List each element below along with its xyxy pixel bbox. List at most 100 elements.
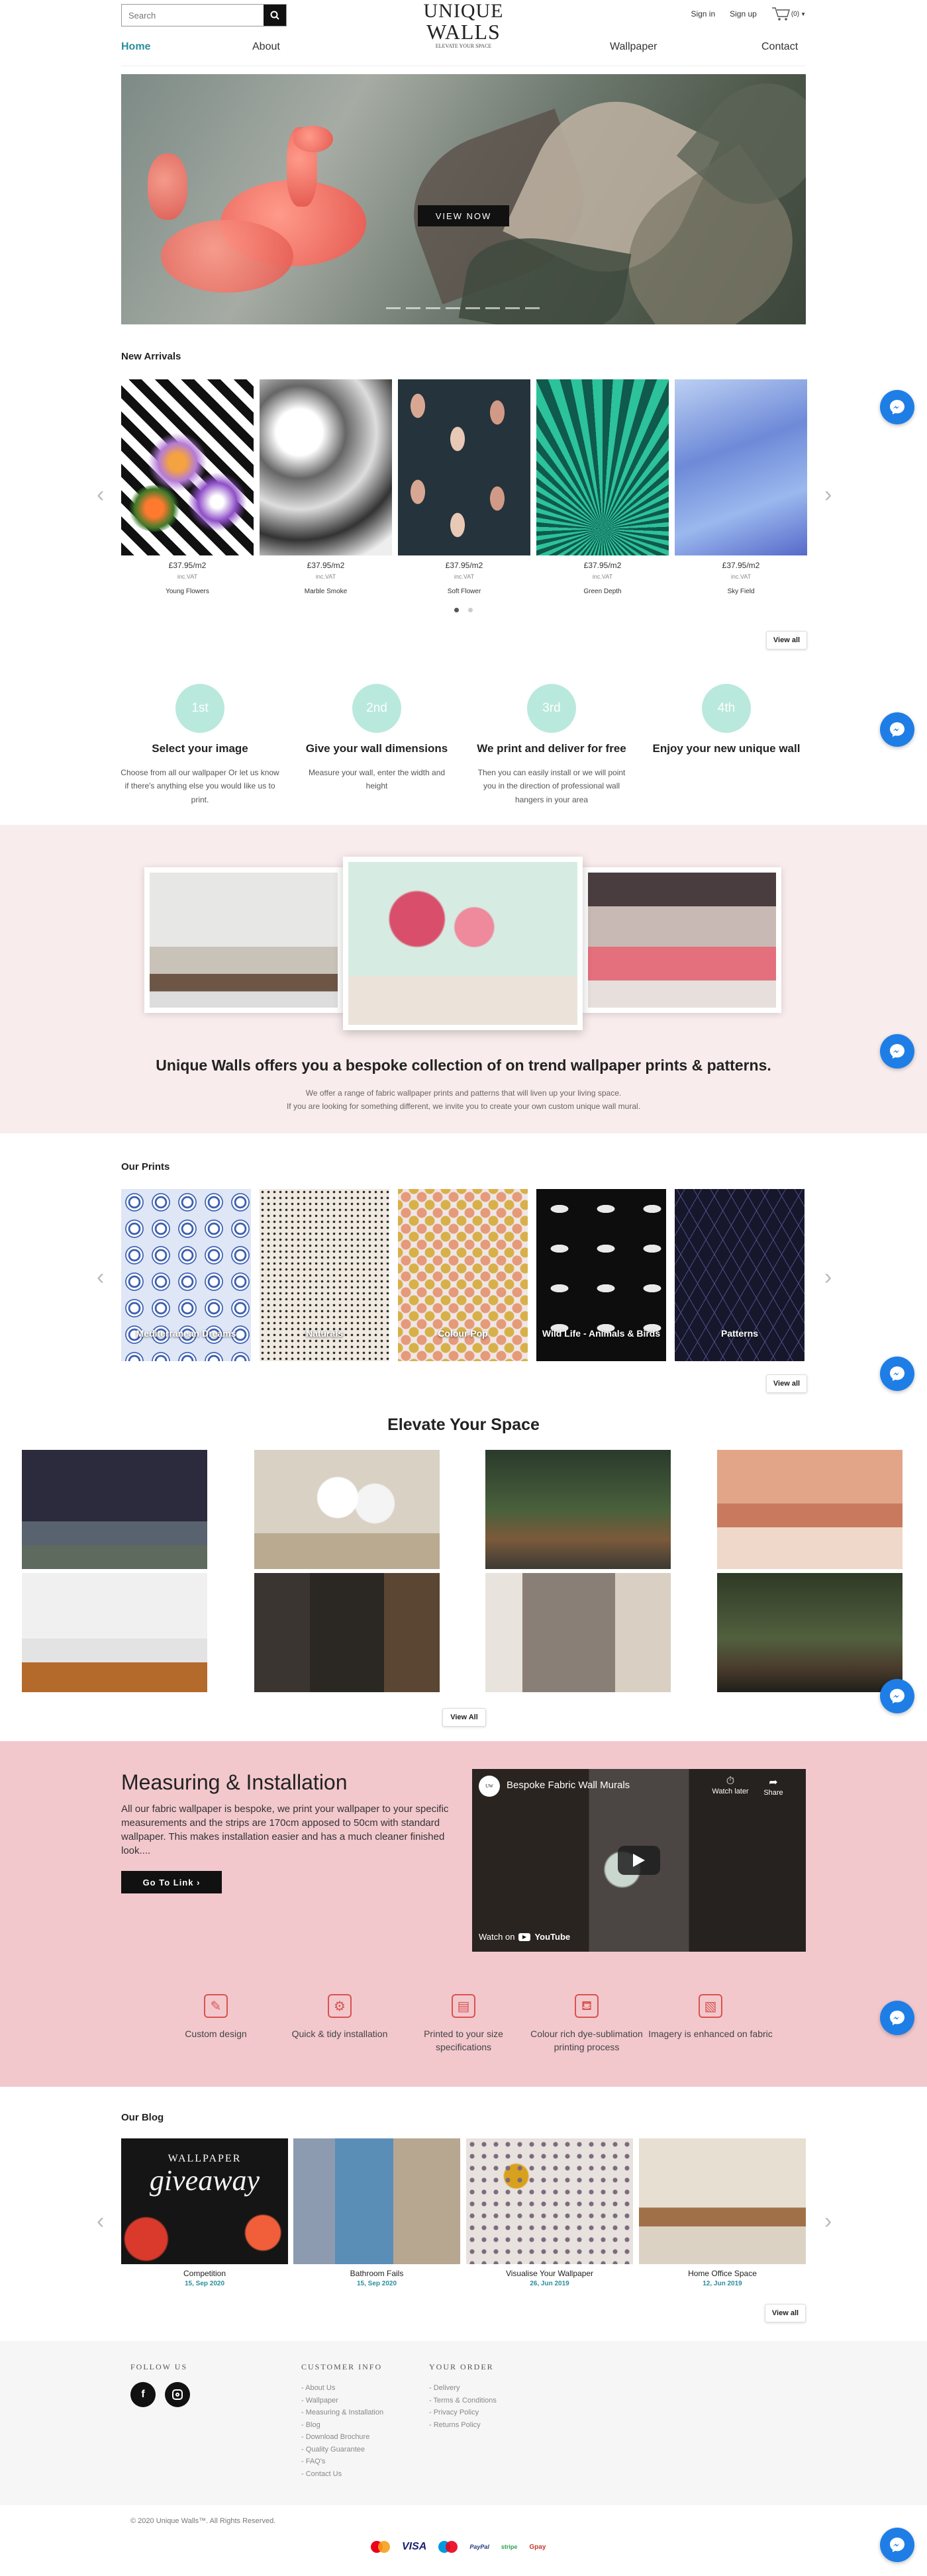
footer-link[interactable]: - Delivery — [429, 2382, 460, 2395]
slide-dot[interactable] — [505, 307, 520, 309]
cart-link[interactable]: (0) ▼ — [771, 7, 806, 21]
product-name[interactable]: Marble Smoke — [260, 588, 392, 595]
search-button[interactable] — [264, 5, 286, 26]
slide-dot[interactable] — [406, 307, 420, 309]
our-prints-view-all-button[interactable]: View all — [766, 1374, 807, 1393]
footer-follow-heading: FOLLOW US — [130, 2362, 188, 2371]
footer-link[interactable]: - Measuring & Installation — [301, 2407, 383, 2419]
messenger-chat-button[interactable] — [880, 712, 914, 747]
footer-link[interactable]: - Blog — [301, 2419, 320, 2432]
hero-banner[interactable]: VIEW NOW — [121, 74, 806, 324]
print-category-label[interactable]: Mediterranean Dreams — [121, 1328, 251, 1339]
product-image-soft-flower[interactable] — [398, 379, 530, 555]
video-channel-avatar[interactable]: UW — [479, 1776, 500, 1797]
new-arrivals-view-all-button[interactable]: View all — [766, 631, 807, 649]
nav-contact[interactable]: Contact — [761, 41, 798, 53]
product-name[interactable]: Sky Field — [675, 588, 807, 595]
arrow-left-icon[interactable]: ‹ — [97, 2209, 104, 2234]
nav-home[interactable]: Home — [121, 41, 150, 53]
print-category-label[interactable]: Patterns — [675, 1328, 805, 1339]
go-to-link-button[interactable]: Go To Link › — [121, 1871, 222, 1893]
slide-dot[interactable] — [426, 307, 440, 309]
messenger-chat-button[interactable] — [880, 390, 914, 424]
product-image-marble-smoke[interactable] — [260, 379, 392, 555]
product-name[interactable]: Green Depth — [536, 588, 669, 595]
share-button[interactable]: ➦ Share — [757, 1776, 790, 1797]
gallery-image-jungle-desk[interactable] — [485, 1450, 671, 1569]
footer-link[interactable]: - About Us — [301, 2382, 335, 2395]
messenger-icon — [890, 1044, 904, 1059]
messenger-chat-button[interactable] — [880, 2528, 914, 2562]
messenger-chat-button[interactable] — [880, 1679, 914, 1713]
product-image-young-flowers[interactable] — [121, 379, 254, 555]
messenger-chat-button[interactable] — [880, 1034, 914, 1069]
gallery-image-nursery[interactable] — [22, 1573, 207, 1692]
view-now-button[interactable]: VIEW NOW — [418, 205, 509, 226]
product-name[interactable]: Young Flowers — [121, 588, 254, 595]
footer-link[interactable]: - Download Brochure — [301, 2431, 369, 2444]
gallery-image-bedroom[interactable] — [717, 1450, 903, 1569]
video-title[interactable]: Bespoke Fabric Wall Murals — [507, 1780, 630, 1791]
nav-wallpaper[interactable]: Wallpaper — [610, 41, 657, 53]
blog-image-competition[interactable]: WALLPAPER giveaway — [121, 2138, 288, 2264]
blog-image-home-office[interactable] — [639, 2138, 806, 2264]
product-vat-note: inc.VAT — [177, 573, 198, 580]
blog-image-visualise[interactable] — [466, 2138, 633, 2264]
facebook-icon[interactable]: f — [130, 2382, 156, 2407]
slide-dot[interactable] — [485, 307, 500, 309]
bottom-bar: © 2020 Unique Walls™. All Rights Reserve… — [0, 2505, 927, 2576]
print-category-label[interactable]: Wild Life - Animals & Birds — [536, 1328, 666, 1339]
footer-customer-info-heading: CUSTOMER INFO — [301, 2362, 383, 2371]
footer-link[interactable]: - Wallpaper — [301, 2395, 338, 2407]
footer-link[interactable]: - Contact Us — [301, 2468, 342, 2481]
product-name[interactable]: Soft Flower — [398, 588, 530, 595]
watch-later-button[interactable]: ⏱ Watch later — [710, 1776, 750, 1795]
video-player[interactable]: UW Bespoke Fabric Wall Murals ⏱ Watch la… — [472, 1769, 806, 1952]
slide-dot[interactable] — [446, 307, 460, 309]
signin-link[interactable]: Sign in — [691, 9, 715, 19]
instagram-icon[interactable] — [165, 2382, 190, 2407]
blog-view-all-button[interactable]: View all — [765, 2304, 806, 2322]
watch-on-youtube[interactable]: Watch on YouTube — [479, 1932, 570, 1942]
stripe-icon: stripe — [501, 2544, 518, 2550]
gallery-image-office[interactable] — [717, 1573, 903, 1692]
footer-link[interactable]: - Returns Policy — [429, 2419, 481, 2432]
footer-link[interactable]: - FAQ's — [301, 2456, 325, 2468]
product-image-green-depth[interactable] — [536, 379, 669, 555]
blog-post-title[interactable]: Competition — [121, 2269, 288, 2278]
messenger-chat-button[interactable] — [880, 1357, 914, 1391]
arrow-right-icon[interactable]: › — [824, 482, 832, 508]
arrow-right-icon[interactable]: › — [824, 1264, 832, 1290]
arrow-left-icon[interactable]: ‹ — [97, 482, 104, 508]
feature-label: Imagery is enhanced on fabric — [648, 2028, 773, 2039]
arrow-right-icon[interactable]: › — [824, 2209, 832, 2234]
blog-image-bathroom-fails[interactable] — [293, 2138, 460, 2264]
footer-link[interactable]: - Privacy Policy — [429, 2407, 479, 2419]
play-button[interactable] — [618, 1846, 660, 1875]
gallery-image-walls-logo[interactable] — [254, 1573, 440, 1692]
nav-about[interactable]: About — [252, 41, 280, 53]
slide-dot[interactable] — [525, 307, 540, 309]
print-category-label[interactable]: Colour Pop — [398, 1328, 528, 1339]
blog-post-title[interactable]: Home Office Space — [639, 2269, 806, 2278]
footer-link[interactable]: - Quality Guarantee — [301, 2444, 365, 2456]
carousel-dot[interactable] — [468, 608, 473, 612]
product-image-sky-field[interactable] — [675, 379, 807, 555]
gallery-image-bathroom[interactable] — [485, 1573, 671, 1692]
slide-dot[interactable] — [386, 307, 401, 309]
carousel-dot-active[interactable] — [454, 608, 459, 612]
blog-post-title[interactable]: Bathroom Fails — [293, 2269, 460, 2278]
blog-post-title[interactable]: Visualise Your Wallpaper — [466, 2269, 633, 2278]
gallery-image-dark-wall[interactable] — [22, 1450, 207, 1569]
payment-icons: VISA PayPal stripe Gpay — [371, 2541, 546, 2553]
slide-dot[interactable] — [465, 307, 480, 309]
elevate-view-all-button[interactable]: View All — [442, 1708, 486, 1727]
signup-link[interactable]: Sign up — [730, 9, 757, 19]
print-category-label[interactable]: Naturals — [260, 1328, 389, 1339]
gallery-image-peonies[interactable] — [254, 1450, 440, 1569]
messenger-chat-button[interactable] — [880, 2001, 914, 2035]
blog-post-date: 12, Jun 2019 — [703, 2280, 742, 2287]
arrow-left-icon[interactable]: ‹ — [97, 1264, 104, 1290]
footer-link[interactable]: - Terms & Conditions — [429, 2395, 497, 2407]
search-input[interactable] — [122, 5, 264, 26]
